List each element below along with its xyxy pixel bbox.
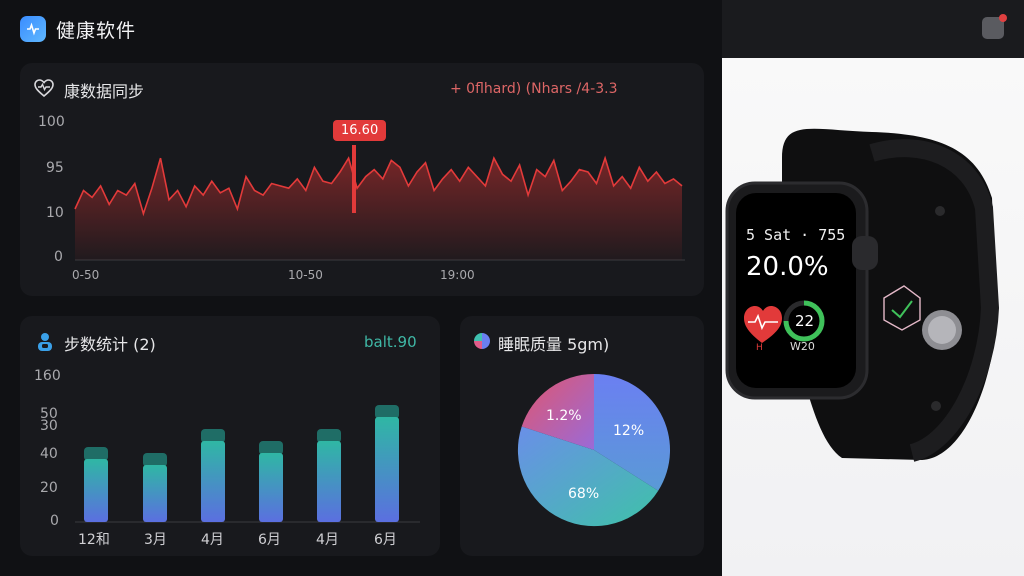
sleep-pie-chart	[517, 374, 671, 527]
x-tick-label: 19:00	[440, 268, 475, 282]
dashboard-app: 健康软件 康数据同步 + 0flhard) (Nhars /4-3.3 100 …	[0, 0, 1024, 576]
watch-line1: 5 Sat · 755	[746, 226, 846, 244]
steps-bar-chart	[75, 405, 420, 523]
device-preview-panel: 5 Sat · 755 20.0% 22 W20 H	[722, 0, 1024, 576]
watch-time: 20.0%	[746, 252, 829, 282]
x-tick-label: 0-50	[72, 268, 100, 282]
heart-rate-card[interactable]: 康数据同步 + 0flhard) (Nhars /4-3.3 100 95 10…	[20, 63, 704, 296]
steps-card[interactable]: 步数统计 (2) balt.90 160 50 30 40 20 0 12和 3…	[20, 316, 440, 556]
x-tick-label: 10-50	[288, 268, 323, 282]
steps-bar	[375, 417, 399, 522]
x-tick-label: 6月	[374, 532, 397, 548]
steps-bar	[201, 441, 225, 522]
notification-dot	[999, 14, 1007, 22]
x-tick-label: 3月	[144, 532, 167, 548]
app-title: 健康软件	[56, 19, 137, 42]
watch-ring-value: 22	[795, 312, 815, 330]
watch-ring-sub: W20	[790, 340, 815, 353]
app-header: 健康软件	[0, 0, 722, 58]
x-tick-label: 4月	[201, 532, 224, 548]
panel-header	[722, 0, 1024, 58]
app-logo-icon	[20, 16, 46, 42]
x-tick-label: 4月	[316, 532, 339, 548]
steps-bar	[143, 465, 167, 522]
bar-cap	[143, 453, 167, 467]
bar-cap	[317, 429, 341, 443]
steps-bar	[259, 453, 283, 522]
bar-cap	[84, 447, 108, 461]
pie-slice-label: 12%	[613, 423, 645, 439]
x-tick-label: 6月	[258, 532, 281, 548]
smartwatch-image	[725, 128, 1000, 462]
bar-cap	[375, 405, 399, 419]
steps-bar	[317, 441, 341, 522]
device-sync-icon[interactable]	[982, 14, 1007, 39]
bar-cap	[201, 429, 225, 443]
steps-bar	[84, 459, 108, 522]
heart-rate-tooltip: 16.60	[333, 120, 387, 141]
heart-rate-chart	[74, 145, 685, 261]
pie-slice-label: 68%	[568, 486, 600, 502]
x-tick-label: 12和	[78, 532, 110, 548]
bar-cap	[259, 441, 283, 455]
watch-heart-sub: H	[756, 343, 763, 353]
pie-slice-label: 1.2%	[546, 408, 582, 424]
sleep-card[interactable]: 睡眠质量 5gm) 1.2% 12% 68%	[460, 316, 704, 556]
